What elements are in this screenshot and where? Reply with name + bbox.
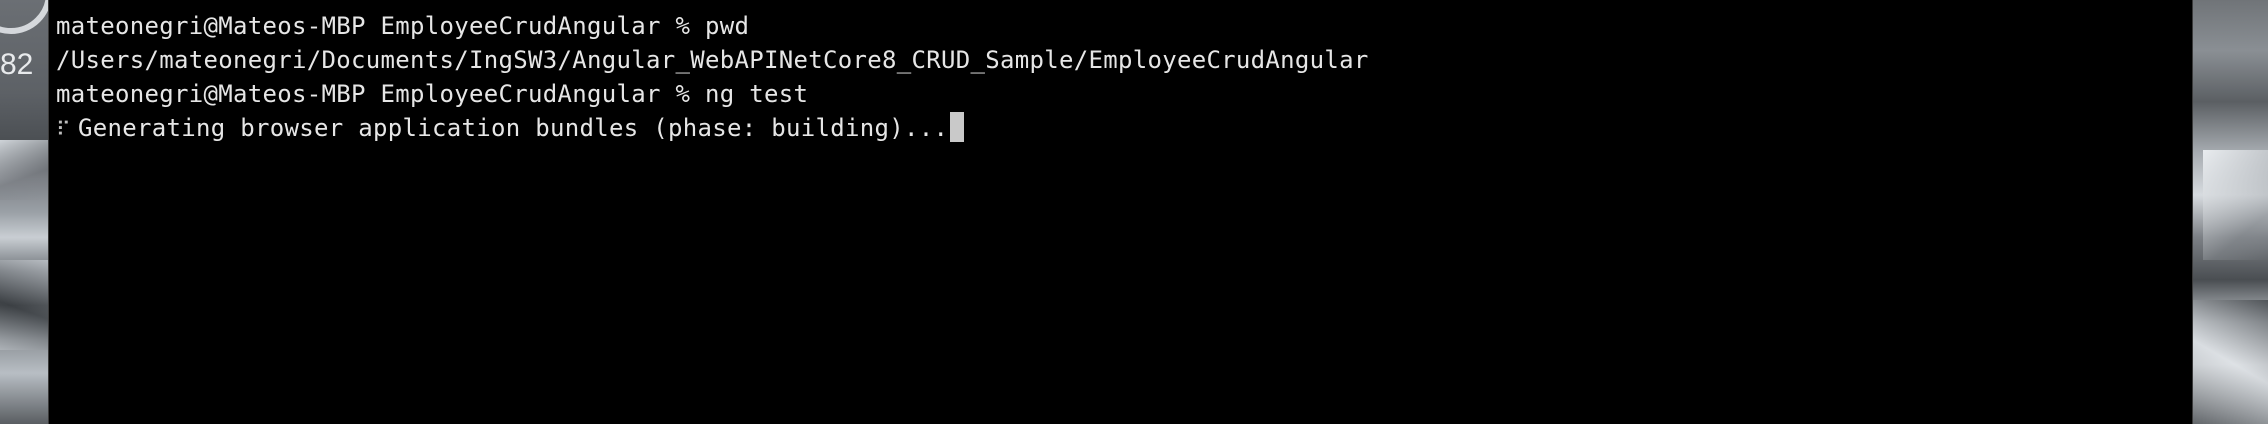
wallpaper-snow [0, 260, 48, 350]
terminal-output: ... mateonegri@Mateos-MBP EmployeeCrudAn… [56, 0, 1369, 145]
spinner-icon: ⠏ [56, 117, 71, 141]
wallpaper-snow [0, 140, 48, 200]
desktop-wallpaper-left: 82 [0, 0, 48, 424]
wallpaper-snow [2193, 300, 2268, 424]
terminal-line: ... [56, 0, 1369, 9]
desktop: 82 ... mateonegri@Mateos-MBP EmployeeCru… [0, 0, 2268, 424]
progress-text: Generating browser application bundles (… [78, 114, 949, 142]
desktop-wallpaper-right [2193, 0, 2268, 424]
terminal-progress-line[interactable]: ⠏ Generating browser application bundles … [56, 111, 1369, 145]
wallpaper-snow [2203, 150, 2268, 260]
cursor-block [950, 112, 965, 142]
widget-ring-icon [0, 0, 48, 34]
terminal-window[interactable]: ... mateonegri@Mateos-MBP EmployeeCrudAn… [48, 0, 2193, 424]
widget-number: 82 [0, 48, 34, 81]
terminal-line: mateonegri@Mateos-MBP EmployeeCrudAngula… [56, 12, 750, 40]
terminal-line: mateonegri@Mateos-MBP EmployeeCrudAngula… [56, 80, 809, 108]
terminal-line: /Users/mateonegri/Documents/IngSW3/Angul… [56, 46, 1369, 74]
